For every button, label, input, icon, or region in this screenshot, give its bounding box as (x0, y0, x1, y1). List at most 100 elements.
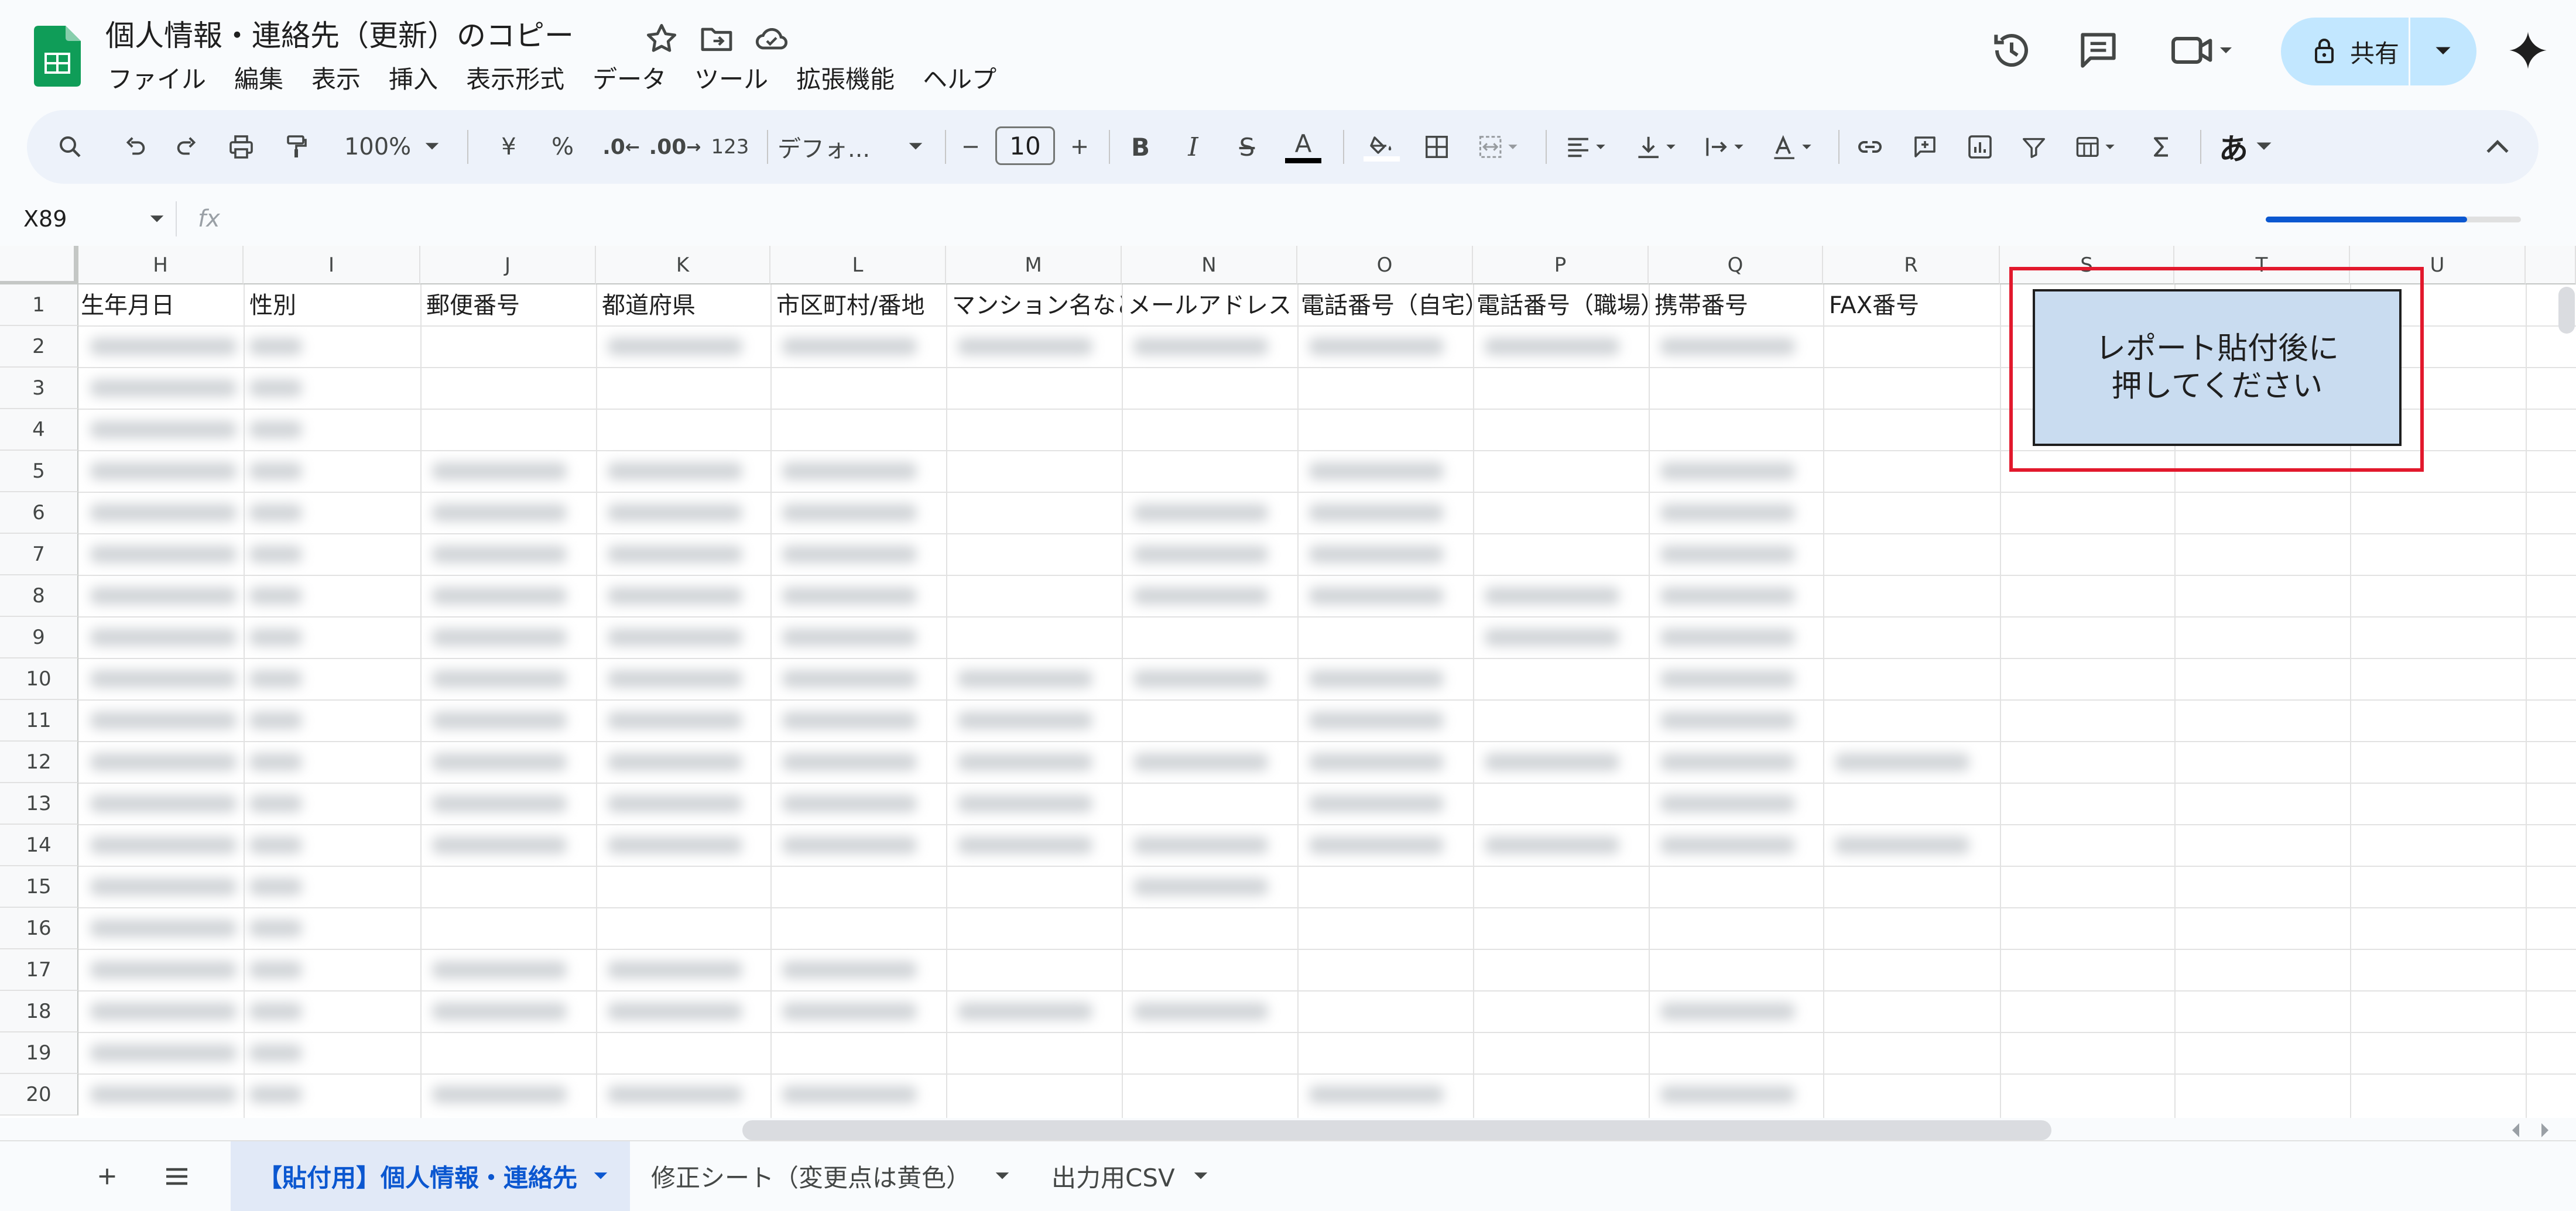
column-header-m[interactable]: M (946, 246, 1122, 284)
percent-format-button[interactable]: % (542, 110, 583, 184)
paint-format-icon[interactable] (273, 110, 320, 184)
column-header-p[interactable]: P (1473, 246, 1649, 284)
text-rotation-icon[interactable] (1761, 110, 1825, 184)
italic-button[interactable]: I (1170, 110, 1217, 184)
merge-cells-icon[interactable] (1467, 110, 1532, 184)
collapse-menus-chevron-up-icon[interactable] (2474, 110, 2521, 184)
row-header[interactable]: 5 (0, 451, 78, 492)
insert-chart-icon[interactable] (1957, 110, 2003, 184)
row-header[interactable]: 18 (0, 991, 78, 1032)
cell-header-fax[interactable]: FAX番号 (1827, 288, 2000, 323)
column-header-l[interactable]: L (770, 246, 946, 284)
cell-header-postal-code[interactable]: 郵便番号 (424, 288, 596, 323)
cell-header-mobile[interactable]: 携帯番号 (1652, 288, 1823, 323)
print-icon[interactable] (218, 110, 265, 184)
menu-insert[interactable]: 挿入 (389, 61, 451, 98)
font-chevron-down-icon[interactable] (904, 110, 927, 184)
row-header[interactable]: 15 (0, 866, 78, 908)
menu-view[interactable]: 表示 (311, 61, 374, 98)
column-header-j[interactable]: J (420, 246, 596, 284)
row-header[interactable]: 14 (0, 825, 78, 866)
sheet-tab-output-csv[interactable]: 出力用CSV (1051, 1141, 1227, 1211)
run-report-macro-button[interactable]: レポート貼付後に 押してください (2033, 289, 2402, 446)
share-button[interactable]: 共有 (2281, 18, 2476, 85)
filter-icon[interactable] (2010, 110, 2057, 184)
column-header-q[interactable]: Q (1649, 246, 1823, 284)
menu-format[interactable]: 表示形式 (466, 61, 577, 98)
column-header-k[interactable]: K (596, 246, 770, 284)
cell-header-city-address[interactable]: 市区町村/番地 (774, 288, 946, 323)
scroll-left-icon[interactable] (2507, 1121, 2524, 1139)
menu-tools[interactable]: ツール (694, 61, 781, 98)
row-header[interactable]: 4 (0, 409, 78, 451)
cell-header-prefecture[interactable]: 都道府県 (600, 288, 770, 323)
row-header[interactable]: 6 (0, 492, 78, 534)
meet-video-icon[interactable] (2167, 27, 2238, 74)
redo-icon[interactable] (164, 110, 211, 184)
row-header[interactable]: 17 (0, 949, 78, 991)
sheet-tab-correction-sheet[interactable]: 修正シート（変更点は黄色） (651, 1141, 1014, 1211)
insert-link-icon[interactable] (1847, 110, 1893, 184)
row-header[interactable]: 20 (0, 1074, 78, 1116)
move-to-folder-icon[interactable] (698, 20, 735, 57)
sheets-logo-icon[interactable] (34, 26, 81, 87)
menu-edit[interactable]: 編集 (234, 61, 296, 98)
menu-file[interactable]: ファイル (108, 61, 219, 98)
sheet-tab-paste-personal-info[interactable]: 【貼付用】個人情報・連絡先 (231, 1141, 630, 1211)
share-options-chevron-down-icon[interactable] (2409, 18, 2476, 85)
column-header-i[interactable]: I (244, 246, 420, 284)
row-header[interactable]: 10 (0, 658, 78, 700)
column-header-h[interactable]: H (78, 246, 244, 284)
cell-header-birthdate[interactable]: 生年月日 (78, 288, 244, 323)
filter-views-icon[interactable] (2064, 110, 2129, 184)
search-menus-icon[interactable] (47, 110, 94, 184)
select-all-corner[interactable] (0, 246, 78, 284)
horizontal-align-icon[interactable] (1555, 110, 1619, 184)
row-header[interactable]: 13 (0, 783, 78, 825)
text-wrapping-icon[interactable] (1693, 110, 1758, 184)
column-header-o[interactable]: O (1297, 246, 1473, 284)
text-color-button[interactable]: A (1280, 110, 1327, 184)
row-header[interactable]: 2 (0, 326, 78, 368)
more-formats-button[interactable]: 123 (704, 110, 756, 184)
scroll-right-icon[interactable] (2536, 1121, 2554, 1139)
vertical-scrollbar-thumb[interactable] (2558, 287, 2575, 334)
fill-color-icon[interactable] (1358, 110, 1405, 184)
name-box[interactable]: X89 (23, 203, 170, 235)
menu-help[interactable]: ヘルプ (923, 61, 1009, 98)
input-tools-button[interactable]: あ (2211, 110, 2281, 184)
row-header[interactable]: 12 (0, 742, 78, 783)
comments-icon[interactable] (2075, 27, 2122, 74)
bold-button[interactable]: B (1117, 110, 1164, 184)
row-header[interactable]: 1 (0, 284, 78, 326)
increase-decimal-button[interactable]: .00 → (649, 110, 701, 184)
cloud-saved-icon[interactable] (753, 20, 790, 57)
row-header[interactable]: 8 (0, 575, 78, 617)
zoom-select[interactable]: 100% (334, 110, 422, 184)
functions-sigma-icon[interactable] (2138, 110, 2185, 184)
increase-font-size-icon[interactable] (1062, 110, 1097, 184)
star-icon[interactable] (643, 20, 680, 57)
undo-icon[interactable] (111, 110, 158, 184)
version-history-icon[interactable] (1988, 27, 2035, 74)
strikethrough-button[interactable]: S (1224, 110, 1270, 184)
document-title[interactable]: 個人情報・連絡先（更新）のコピー (105, 15, 574, 56)
add-sheet-icon[interactable] (88, 1141, 126, 1211)
all-sheets-menu-icon[interactable] (155, 1141, 199, 1211)
font-family-select[interactable]: デフォ... (777, 110, 877, 184)
menu-extensions[interactable]: 拡張機能 (796, 61, 907, 98)
horizontal-scrollbar-thumb[interactable] (742, 1120, 2051, 1140)
spreadsheet-grid[interactable]: H I J K L M N O P Q R S T U 1 2 3 4 5 6 … (0, 246, 2576, 1118)
cell-header-building-name[interactable]: マンション名など (950, 288, 1122, 323)
cell-header-work-phone[interactable]: 電話番号（職場） (1474, 288, 1649, 323)
row-header[interactable]: 11 (0, 700, 78, 742)
share-main[interactable]: 共有 (2281, 18, 2409, 85)
cell-header-home-phone[interactable]: 電話番号（自宅） (1299, 288, 1473, 323)
decrease-font-size-icon[interactable] (953, 110, 988, 184)
zoom-chevron-down-icon[interactable] (420, 110, 444, 184)
row-header[interactable]: 9 (0, 617, 78, 658)
decrease-decimal-button[interactable]: .0 ← (595, 110, 648, 184)
row-header[interactable]: 7 (0, 534, 78, 575)
column-header-r[interactable]: R (1823, 246, 2000, 284)
borders-icon[interactable] (1413, 110, 1460, 184)
